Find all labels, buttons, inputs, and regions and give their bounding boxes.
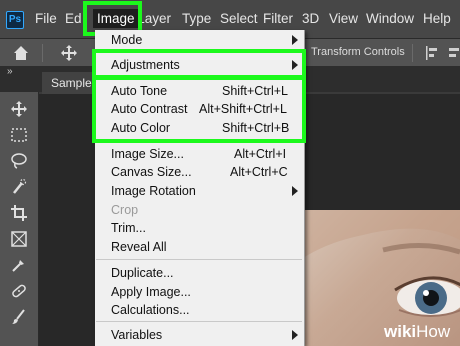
menu-item-auto-color[interactable]: Auto Color	[111, 121, 170, 135]
menu-item-calculations[interactable]: Calculations...	[111, 303, 190, 317]
wikihow-watermark: wikiHow	[384, 322, 450, 342]
menu-separator	[96, 141, 302, 142]
quick-selection-icon[interactable]	[10, 178, 28, 196]
menu-item-reveal-all[interactable]: Reveal All	[111, 240, 167, 254]
menu-separator	[96, 321, 302, 322]
menu-item-crop: Crop	[111, 203, 139, 217]
menu-filter[interactable]: Filter	[263, 11, 293, 26]
menu-3d[interactable]: 3D	[302, 11, 319, 26]
submenu-arrow-icon	[292, 330, 298, 340]
collapse-panel-icon[interactable]: »	[7, 66, 13, 77]
submenu-arrow-icon	[292, 186, 298, 196]
crop-icon[interactable]	[10, 204, 28, 222]
menu-separator	[96, 78, 302, 79]
tools-panel	[0, 92, 39, 346]
menu-view[interactable]: View	[329, 11, 358, 26]
options-divider	[42, 44, 43, 62]
canvas-size-shortcut: Alt+Ctrl+C	[230, 165, 288, 179]
menu-file[interactable]: File	[35, 11, 57, 26]
menu-item-variables[interactable]: Variables	[111, 328, 162, 342]
align-icon[interactable]	[425, 45, 441, 66]
image-size-shortcut: Alt+Ctrl+I	[234, 147, 287, 161]
show-transform-controls-label: Transform Controls	[311, 46, 405, 58]
auto-tone-shortcut: Shift+Ctrl+L	[222, 84, 289, 98]
menu-help[interactable]: Help	[423, 11, 451, 26]
auto-contrast-shortcut: Alt+Shift+Ctrl+L	[199, 102, 287, 116]
align-icon[interactable]	[448, 45, 460, 66]
eyedropper-icon[interactable]	[10, 256, 28, 274]
menu-item-canvas-size[interactable]: Canvas Size...	[111, 165, 192, 179]
watermark-wiki: wiki	[384, 322, 417, 341]
menu-item-auto-contrast[interactable]: Auto Contrast	[111, 102, 187, 116]
submenu-arrow-icon	[292, 60, 298, 70]
document-tab[interactable]: Sample.jpg	[42, 72, 102, 94]
menu-item-duplicate[interactable]: Duplicate...	[111, 266, 174, 280]
menu-select[interactable]: Select	[220, 11, 258, 26]
lasso-icon[interactable]	[10, 152, 28, 170]
menu-item-image-rotation[interactable]: Image Rotation	[111, 184, 196, 198]
menu-layer[interactable]: Layer	[141, 11, 171, 26]
options-divider	[412, 44, 413, 62]
menu-item-mode[interactable]: Mode	[111, 33, 142, 47]
photoshop-logo-icon: Ps	[6, 11, 24, 29]
healing-brush-icon[interactable]	[10, 282, 28, 300]
brush-icon[interactable]	[10, 308, 28, 326]
marquee-icon[interactable]	[10, 126, 28, 144]
menu-item-trim[interactable]: Trim...	[111, 221, 146, 235]
menu-item-apply-image[interactable]: Apply Image...	[111, 285, 191, 299]
menu-separator	[96, 259, 302, 260]
home-icon[interactable]	[12, 44, 30, 67]
move-icon[interactable]	[60, 44, 78, 67]
submenu-arrow-icon	[292, 35, 298, 45]
menu-edit[interactable]: Edit	[65, 11, 82, 26]
menu-item-auto-tone[interactable]: Auto Tone	[111, 84, 167, 98]
frame-icon[interactable]	[10, 230, 28, 248]
auto-color-shortcut: Shift+Ctrl+B	[222, 121, 290, 135]
menu-window[interactable]: Window	[366, 11, 414, 26]
menu-image[interactable]: Image	[93, 9, 139, 28]
menu-type[interactable]: Type	[182, 11, 211, 26]
move-icon[interactable]	[10, 100, 28, 118]
watermark-how: How	[416, 322, 451, 341]
menu-item-adjustments[interactable]: Adjustments	[111, 58, 180, 72]
menu-item-image-size[interactable]: Image Size...	[111, 147, 184, 161]
